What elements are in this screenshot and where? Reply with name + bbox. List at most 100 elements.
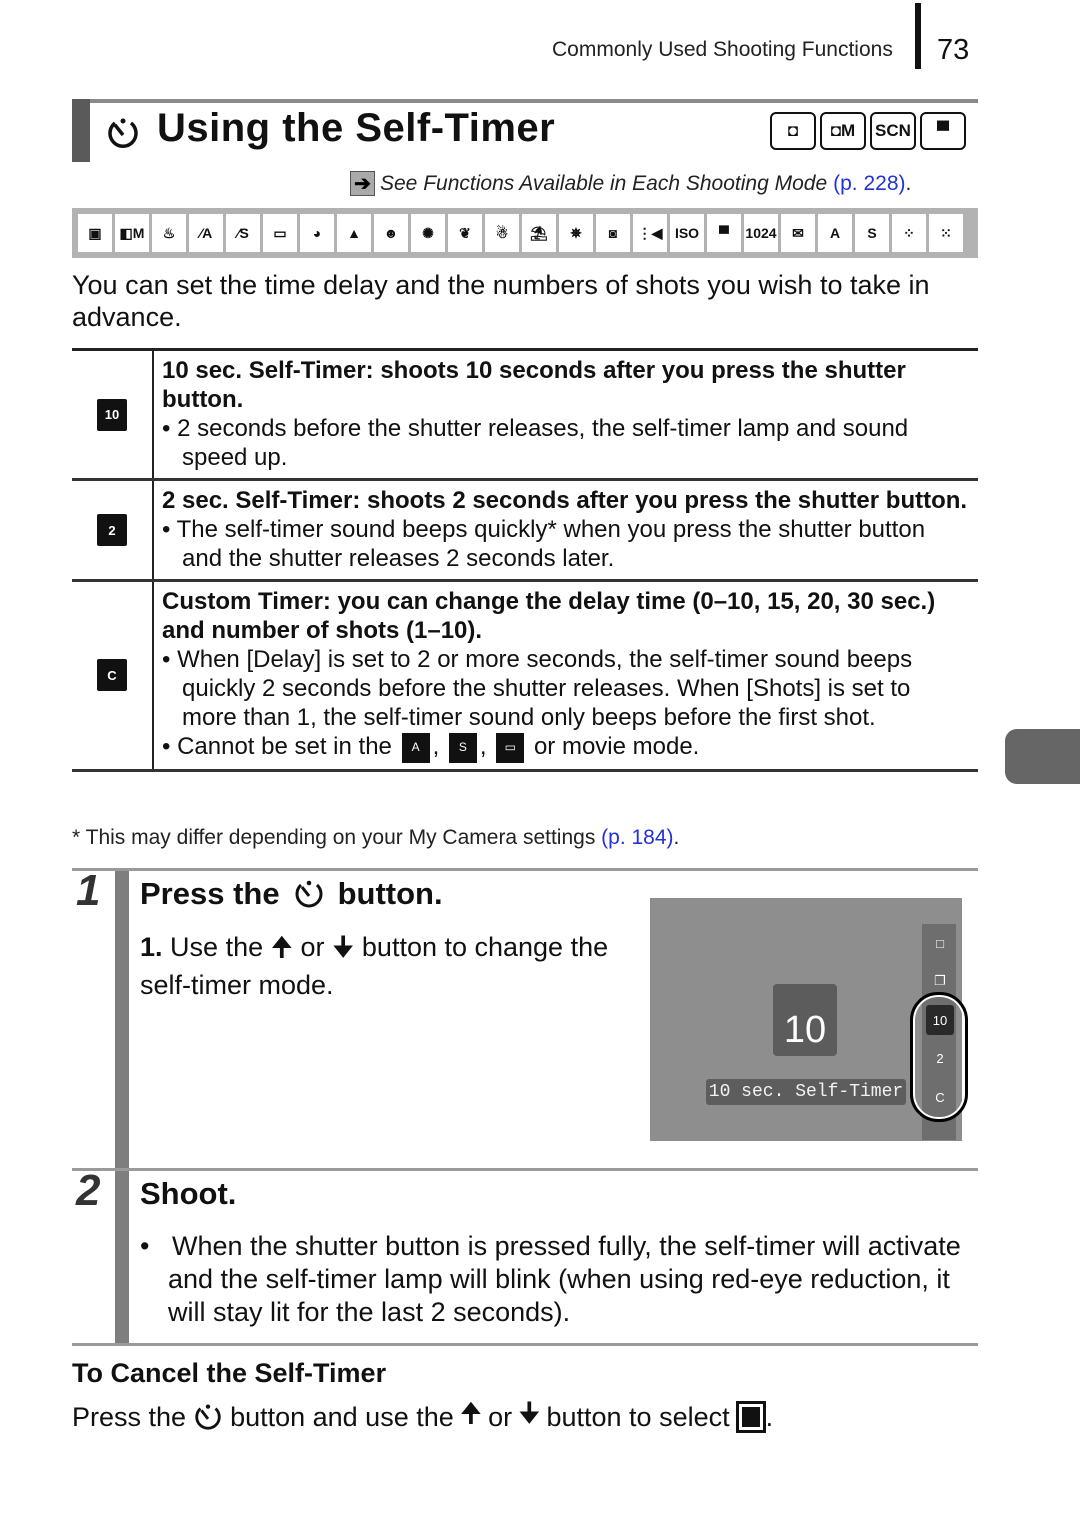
step-divider — [72, 1343, 978, 1346]
movie-color-swap-mode-icon: S — [855, 214, 889, 252]
camera-manual-icon: ◘M — [820, 112, 866, 150]
mode-heading: 2 sec. Self-Timer: shoots 2 seconds afte… — [162, 487, 968, 514]
description-cell: 2 sec. Self-Timer: shoots 2 seconds afte… — [154, 481, 978, 579]
table-row: C Custom Timer: you can change the delay… — [72, 582, 978, 772]
scene-icon: SCN — [870, 112, 916, 150]
iso-3200-mode-icon: ISO — [670, 214, 704, 252]
footnote-text: * This may differ depending on your My C… — [72, 826, 602, 849]
see-italic: Functions Available in Each Shooting Mod… — [423, 171, 828, 195]
step-bar — [115, 871, 129, 1168]
kids-pets-mode-icon: ☻ — [374, 214, 408, 252]
aquarium-mode-icon: ◙ — [596, 214, 630, 252]
step-divider — [72, 1168, 978, 1171]
title-rule — [72, 99, 978, 103]
arrow-right-icon: ➔ — [350, 171, 375, 196]
digital-macro-mode-icon: ♨ — [152, 214, 186, 252]
mode-bullet: • When [Delay] is set to 2 or more secon… — [162, 646, 913, 731]
step-number: 2 — [76, 1166, 101, 1215]
foliage-mode-icon: ❦ — [448, 214, 482, 252]
substep: 1. Use the 🠉 or 🠋 button to change the s… — [140, 928, 630, 1004]
shooting-mode-icon-strip: ▣ ◧M ♨ ⁄A ⁄S ▭ ◕ ▲ ☻ ✺ ❦ ☃ ⛱ ✵ ◙ ⋮◀ ISO ▀ 1024 ✉ A S ⁘ ⁙ — [72, 208, 978, 258]
camera-auto-icon: ◘ — [770, 112, 816, 150]
night-snapshot-mode-icon: ▲ — [337, 214, 371, 252]
mode-heading: 10 sec. Self-Timer: shoots 10 seconds af… — [162, 357, 906, 413]
extra-mode-icon: ⁙ — [929, 214, 963, 252]
movie-1024-mode-icon: 1024 — [744, 214, 778, 252]
cancel-text: Press the — [72, 1401, 187, 1432]
page-link-184[interactable]: (p. 184) — [601, 826, 673, 849]
self-timer-2-icon: 2 — [97, 514, 127, 546]
cancel-heading: To Cancel the Self-Timer — [72, 1358, 387, 1388]
movie-standard-mode-icon: ▀ — [707, 214, 741, 252]
icon-cell: 10 — [72, 351, 154, 478]
mode-bullet: • The self-timer sound beeps quickly* wh… — [162, 516, 926, 572]
mode-badges: ◘ ◘M SCN ▀ — [770, 112, 966, 150]
single-shot-icon: □ — [936, 935, 944, 951]
step-bar — [115, 1171, 129, 1343]
up-arrow-icon: 🠉 — [459, 1398, 483, 1428]
step-divider — [72, 868, 978, 871]
icon-cell: 2 — [72, 481, 154, 579]
footnote-suffix: . — [673, 826, 680, 849]
see-suffix: . — [905, 171, 912, 195]
self-timer-icon — [295, 880, 323, 908]
title-accent-bar — [72, 99, 90, 162]
fireworks-mode-icon: ✵ — [559, 214, 593, 252]
step-title-suffix: button. — [337, 876, 443, 911]
cancel-text: or — [488, 1401, 513, 1432]
down-arrow-icon: 🠋 — [332, 932, 355, 962]
page-link-228[interactable]: (p. 228) — [833, 172, 905, 196]
self-timer-10-icon: 10 — [97, 398, 127, 431]
step-bullet: • When the shutter button is pressed ful… — [140, 1231, 961, 1327]
beach-mode-icon: ⛱ — [522, 214, 556, 252]
self-timer-10-large-icon: 10 — [773, 984, 837, 1056]
see-prefix: See — [380, 171, 424, 195]
footnote: * This may differ depending on your My C… — [72, 826, 679, 850]
movie-email-mode-icon: ✉ — [781, 214, 815, 252]
self-timer-icon — [195, 1404, 221, 1430]
custom-timer-icon: C — [97, 659, 127, 692]
substep-text: Use the — [170, 932, 264, 962]
icon-cell: C — [72, 582, 154, 769]
page-title: Using the Self-Timer — [157, 106, 556, 150]
snow-mode-icon: ☃ — [485, 214, 519, 252]
page-number: 73 — [937, 34, 970, 66]
table-row: 10 10 sec. Self-Timer: shoots 10 seconds… — [72, 351, 978, 481]
substep-text: or — [300, 932, 325, 962]
step-number: 1 — [76, 866, 101, 915]
highlight-ring — [910, 992, 968, 1122]
cancel-instructions: Press the button and use the 🠉 or 🠋 butt… — [72, 1394, 773, 1440]
intro-text: You can set the time delay and the numbe… — [72, 270, 930, 332]
movie-time-lapse-mode-icon: ⁘ — [892, 214, 926, 252]
color-swap-icon: S — [448, 732, 477, 763]
cancel-text: button and use the — [230, 1401, 454, 1432]
bullet-text: 2 seconds before the shutter releases, t… — [177, 415, 909, 471]
underwater-mode-icon: ⋮◀ — [633, 214, 667, 252]
step-title-prefix: Press the — [140, 876, 280, 911]
table-row: 2 2 sec. Self-Timer: shoots 2 seconds af… — [72, 481, 978, 582]
indoor-mode-icon: ✺ — [411, 214, 445, 252]
stitch-assist-mode-icon: ▭ — [263, 214, 297, 252]
substep-number: 1. — [140, 932, 163, 962]
section-title: Commonly Used Shooting Functions — [552, 38, 893, 61]
portrait-mode-icon: ◕ — [300, 214, 334, 252]
step-title: Press the button. — [140, 876, 443, 912]
camera-lcd-screenshot: 10 10 sec. Self-Timer □ ❐ 10 2 C — [650, 898, 968, 1141]
up-arrow-icon: 🠉 — [270, 932, 293, 962]
color-accent-icon: A — [401, 732, 430, 763]
manual-mode-icon: ◧M — [115, 214, 149, 252]
lcd-mode-label: 10 sec. Self-Timer — [706, 1079, 906, 1105]
self-timer-icon — [108, 118, 138, 148]
bullet-text: The self-timer sound beeps quickly* when… — [176, 516, 926, 572]
stitch-assist-icon: ▭ — [496, 732, 525, 763]
color-accent-mode-icon: ⁄A — [189, 214, 223, 252]
bullet-text: Cannot be set in the — [177, 733, 392, 760]
description-cell: Custom Timer: you can change the delay t… — [154, 582, 978, 769]
bullet-text: When the shutter button is pressed fully… — [168, 1231, 961, 1327]
timer-modes-table: 10 10 sec. Self-Timer: shoots 10 seconds… — [72, 348, 978, 772]
single-shot-icon — [735, 1401, 766, 1433]
bullet-text: or movie mode. — [533, 733, 700, 760]
movie-icon: ▀ — [920, 112, 966, 150]
cancel-text-end: . — [765, 1401, 774, 1432]
mode-bullet: • Cannot be set in the A, S, ▭ or movie … — [162, 732, 970, 763]
